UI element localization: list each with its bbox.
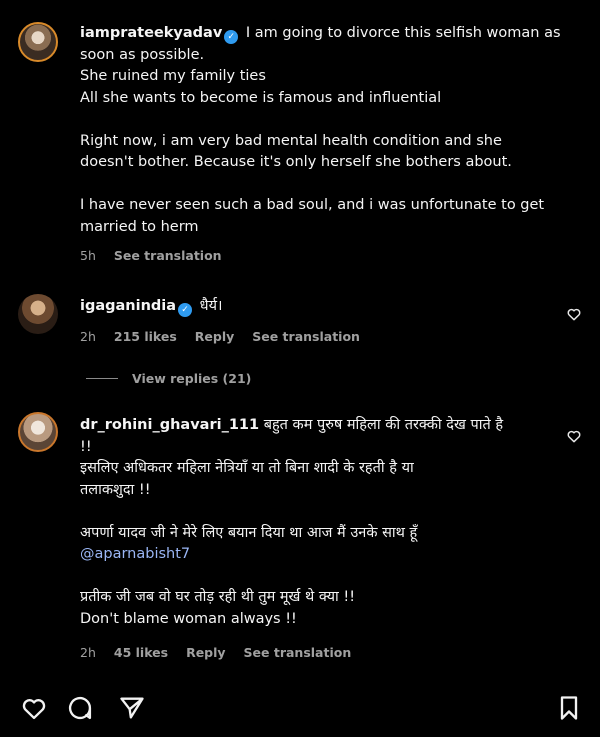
comment-text: All she wants to become is famous and in…: [80, 89, 442, 106]
comment-icon[interactable]: [66, 694, 94, 722]
verified-badge-icon: ✓: [224, 30, 239, 44]
comment-text: doesn't bother. Because it's only hersel…: [80, 154, 512, 170]
verified-badge-icon: ✓: [178, 303, 193, 317]
comment-text: तलाकशुदा !!: [80, 481, 151, 498]
see-translation-link[interactable]: See translation: [114, 248, 222, 263]
comment-first-line: iamprateekyadav ✓ I am going to divorce t…: [80, 23, 561, 45]
comment-text: She ruined my family ties: [80, 68, 266, 84]
comment-text: Right now, i am very bad mental health c…: [80, 132, 502, 149]
comment-text: इसलिए अधिकतर महिला नेत्रियाँ या तो बिना …: [80, 460, 414, 476]
comment-text: I have never seen such a bad soul, and i…: [80, 197, 545, 213]
comment-text: I am going to divorce this selfish woman…: [245, 25, 561, 41]
comment-first-line: dr_rohini_ghavari_111 बहुत कम पुरुष महिल…: [80, 415, 560, 437]
avatar[interactable]: [18, 22, 58, 62]
timestamp: 2h: [80, 645, 96, 660]
comment-text: married to herm: [80, 218, 199, 235]
bookmark-icon[interactable]: [555, 694, 583, 722]
action-bar: [0, 678, 600, 737]
username[interactable]: dr_rohini_ghavari_111: [80, 417, 259, 433]
comment-text: soon as possible.: [80, 46, 205, 63]
comment-text: Don't blame woman always !!: [80, 610, 297, 627]
comment-meta: 5h See translation: [80, 248, 236, 263]
timestamp: 5h: [80, 248, 96, 263]
see-translation-link[interactable]: See translation: [252, 329, 360, 344]
username[interactable]: iamprateekyadav: [80, 25, 222, 41]
reply-button[interactable]: Reply: [195, 329, 234, 344]
view-replies-label[interactable]: View replies (21): [132, 371, 251, 386]
mention-link[interactable]: @aparnabisht7: [80, 544, 560, 566]
avatar[interactable]: [18, 412, 58, 452]
comment-first-line: igaganindia ✓ धैर्य।: [80, 296, 560, 318]
avatar[interactable]: [18, 294, 58, 334]
comment-text: धैर्य।: [199, 298, 223, 314]
comment-text: बहुत कम पुरुष महिला की तरक्की देख पाते ह…: [263, 417, 504, 433]
heart-icon[interactable]: [566, 428, 582, 444]
heart-icon[interactable]: [566, 306, 582, 322]
comment-meta: 2h 45 likes Reply See translation: [80, 645, 365, 660]
username[interactable]: igaganindia: [80, 298, 176, 314]
replies-divider: [86, 378, 118, 379]
timestamp: 2h: [80, 329, 96, 344]
heart-icon[interactable]: [20, 694, 48, 722]
comment-meta: 2h 215 likes Reply See translation: [80, 329, 374, 344]
likes-count[interactable]: 45 likes: [114, 645, 168, 660]
comment-text: अपर्णा यादव जी ने मेरे लिए बयान दिया था …: [80, 524, 418, 541]
comment-text: !!: [80, 438, 92, 455]
see-translation-link[interactable]: See translation: [244, 645, 352, 660]
reply-button[interactable]: Reply: [186, 645, 225, 660]
comment-text: प्रतीक जी जब वो घर तोड़ रही थी तुम मूर्ख…: [80, 589, 356, 605]
likes-count[interactable]: 215 likes: [114, 329, 177, 344]
view-replies-button[interactable]: View replies (21): [86, 371, 251, 386]
send-icon[interactable]: [118, 694, 146, 722]
